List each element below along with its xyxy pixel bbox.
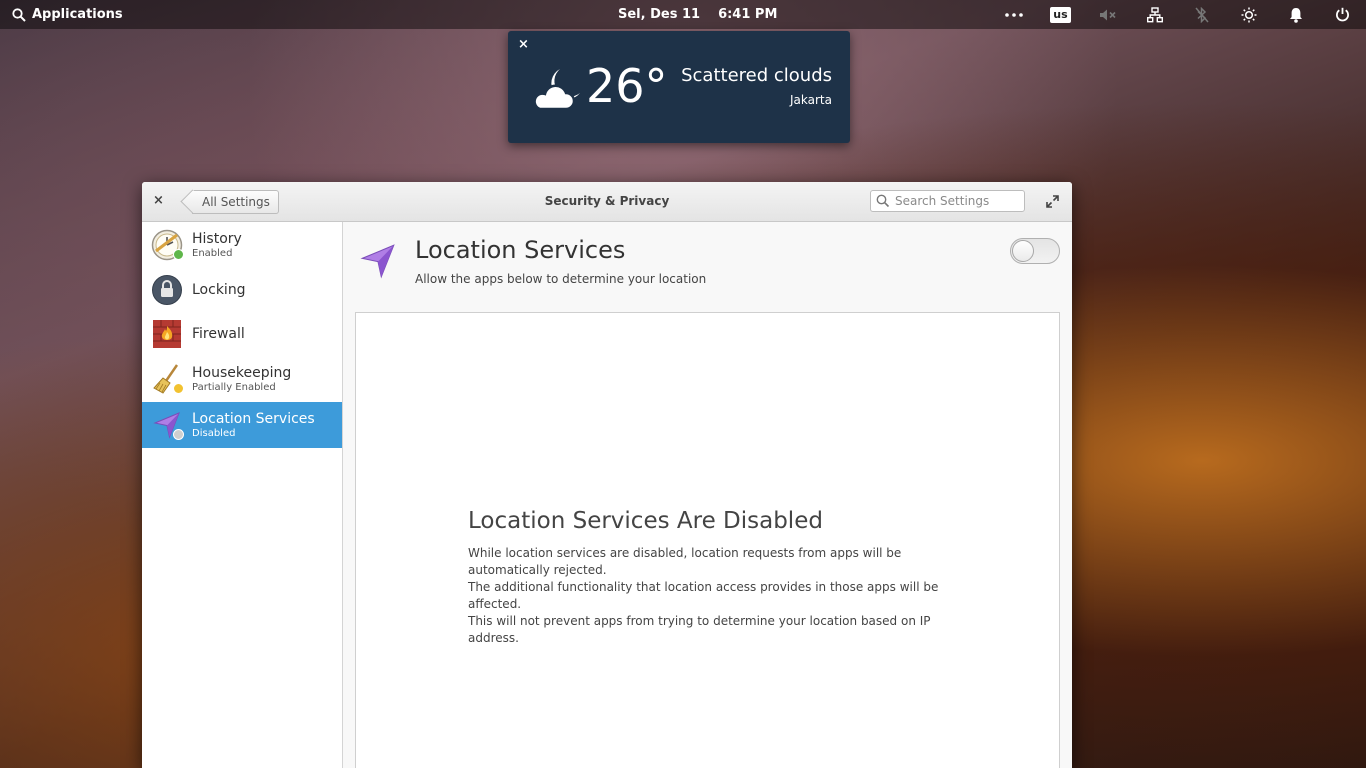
sidebar-item-label: Housekeeping — [192, 365, 292, 381]
placeholder-line: While location services are disabled, lo… — [468, 546, 902, 577]
top-panel: Applications Sel, Des 11 6:41 PM us — [0, 0, 1366, 29]
history-icon — [151, 229, 184, 261]
search-field[interactable] — [870, 190, 1025, 212]
sidebar-item-label: Location Services — [192, 411, 315, 427]
location-services-pane: Location Services Allow the apps below t… — [343, 222, 1072, 768]
location-services-toggle[interactable] — [1010, 238, 1060, 264]
firewall-icon — [151, 318, 183, 350]
brightness-icon — [1241, 7, 1256, 22]
sidebar-item-status: Enabled — [192, 248, 233, 259]
sidebar-item-locking[interactable]: Locking — [142, 268, 342, 312]
more-icon — [1004, 12, 1023, 17]
window-titlebar[interactable]: × All Settings Security & Privacy — [142, 182, 1072, 222]
weather-condition: Scattered clouds — [681, 65, 832, 86]
toggle-knob — [1012, 240, 1034, 262]
location-arrow-icon — [151, 409, 184, 441]
sidebar-item-housekeeping[interactable]: Housekeeping Partially Enabled — [142, 356, 342, 402]
more-indicator[interactable] — [990, 0, 1037, 29]
sidebar-item-status: Disabled — [192, 428, 236, 439]
power-icon — [1336, 7, 1349, 22]
weather-close-button[interactable]: × — [518, 37, 529, 52]
search-icon — [12, 7, 26, 22]
sidebar-item-history[interactable]: History Enabled — [142, 222, 342, 268]
sidebar-item-label: Firewall — [192, 326, 245, 342]
sidebar-item-firewall[interactable]: Firewall — [142, 312, 342, 356]
page-subtitle: Allow the apps below to determine your l… — [415, 272, 707, 286]
placeholder-line: This will not prevent apps from trying t… — [468, 614, 931, 645]
keyboard-indicator[interactable]: us — [1037, 0, 1084, 29]
brightness-indicator[interactable] — [1225, 0, 1272, 29]
notifications-indicator[interactable] — [1272, 0, 1319, 29]
applications-menu[interactable]: Applications — [12, 0, 123, 29]
weather-popup: × 26° Scattered clouds Jakarta — [508, 31, 850, 143]
time-label: 6:41 PM — [718, 7, 778, 22]
search-input[interactable] — [895, 193, 1020, 209]
session-indicator[interactable] — [1319, 0, 1366, 29]
maximize-icon[interactable] — [1046, 195, 1059, 208]
page-title: Location Services — [415, 236, 626, 264]
volume-muted-icon — [1099, 9, 1116, 20]
placeholder-title: Location Services Are Disabled — [468, 508, 823, 534]
applications-label: Applications — [32, 7, 123, 22]
broom-icon — [151, 363, 184, 395]
network-wired-icon — [1146, 6, 1163, 22]
sidebar-item-label: Locking — [192, 282, 246, 298]
bluetooth-disabled-icon — [1194, 6, 1209, 23]
bell-icon — [1289, 7, 1302, 23]
sidebar-item-label: History — [192, 231, 242, 247]
keyboard-layout-badge: us — [1050, 6, 1071, 23]
network-indicator[interactable] — [1131, 0, 1178, 29]
weather-city: Jakarta — [790, 93, 832, 107]
settings-sidebar: History Enabled Locking Firewall Houseke… — [142, 222, 343, 768]
bluetooth-indicator[interactable] — [1178, 0, 1225, 29]
placeholder-description: While location services are disabled, lo… — [468, 545, 958, 647]
indicator-area: us — [990, 0, 1366, 29]
date-time-indicator[interactable]: Sel, Des 11 6:41 PM — [618, 0, 777, 29]
sidebar-item-status: Partially Enabled — [192, 382, 276, 393]
temperature: 26° — [586, 59, 668, 113]
search-icon — [876, 194, 890, 208]
apps-list-frame: Location Services Are Disabled While loc… — [355, 312, 1060, 768]
lock-icon — [151, 274, 183, 306]
location-arrow-icon — [360, 244, 395, 279]
settings-window: × All Settings Security & Privacy Search… — [142, 182, 1072, 768]
sidebar-item-location-services[interactable]: Location Services Disabled — [142, 402, 342, 448]
sound-indicator[interactable] — [1084, 0, 1131, 29]
placeholder-line: The additional functionality that locati… — [468, 580, 939, 611]
night-clouds-icon — [533, 69, 580, 111]
date-label: Sel, Des 11 — [618, 7, 701, 22]
